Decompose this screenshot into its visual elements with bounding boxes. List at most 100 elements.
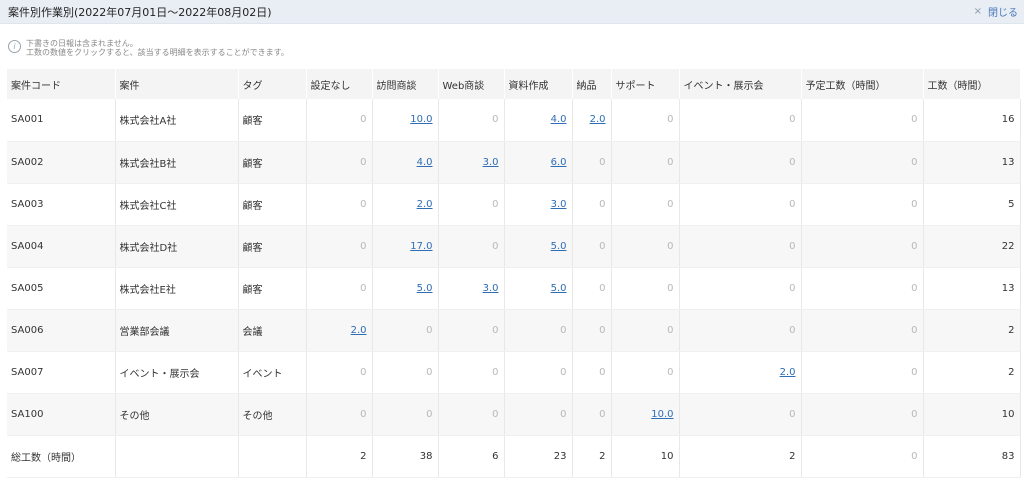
zero-value: 0 xyxy=(789,240,796,252)
hours-link[interactable]: 17.0 xyxy=(410,241,432,252)
total-value: 23 xyxy=(504,435,573,478)
cell-value: 0 xyxy=(611,309,680,352)
cell-value: 0 xyxy=(438,183,505,226)
total-value: 38 xyxy=(372,435,439,478)
total-value: 6 xyxy=(438,435,505,478)
zero-value: 0 xyxy=(667,198,674,210)
column-header: 納品 xyxy=(572,69,612,99)
total-value: 0 xyxy=(801,435,924,478)
zero-value: 0 xyxy=(667,156,674,168)
cell-value: 0 xyxy=(679,267,802,310)
notice-text: 下書きの日報は含まれません。 工数の数値をクリックすると、該当する明細を表示する… xyxy=(26,39,289,57)
cell-value: 2 xyxy=(923,351,1021,394)
zero-value: 0 xyxy=(492,198,499,210)
table-row: SA004 株式会社D社 顧客 0 17.0 0 5.0 0 0 0 0 22 xyxy=(7,225,1021,268)
cell-value: 0 xyxy=(572,225,612,268)
work-hours-table: 案件コード 案件 タグ 設定なし 訪問商談 Web商談 資料作成 納品 サポート イベント・展示会… xyxy=(7,69,1021,478)
zero-value: 0 xyxy=(560,324,567,336)
zero-value: 0 xyxy=(360,114,367,126)
zero-value: 0 xyxy=(599,240,606,252)
empty-cell xyxy=(115,435,239,478)
zero-value: 0 xyxy=(667,114,674,126)
cell-value: 5.0 xyxy=(372,267,439,310)
table-row: SA100 その他 その他 0 0 0 0 0 10.0 0 0 10 xyxy=(7,393,1021,436)
cell-value: 17.0 xyxy=(372,225,439,268)
hours-link[interactable]: 5.0 xyxy=(551,283,567,294)
table-row: SA003 株式会社C社 顧客 0 2.0 0 3.0 0 0 0 0 5 xyxy=(7,183,1021,226)
zero-value: 0 xyxy=(789,114,796,126)
cell-value: 10.0 xyxy=(611,393,680,436)
zero-value: 0 xyxy=(667,324,674,336)
zero-value: 0 xyxy=(911,198,918,210)
hours-link[interactable]: 4.0 xyxy=(417,157,433,168)
hours-link[interactable]: 3.0 xyxy=(483,157,499,168)
total-hours-value: 16 xyxy=(1001,114,1015,126)
table-header-row: 案件コード 案件 タグ 設定なし 訪問商談 Web商談 資料作成 納品 サポート イベント・展示会… xyxy=(7,69,1021,99)
hours-link[interactable]: 2.0 xyxy=(417,199,433,210)
cell-value: 3.0 xyxy=(504,183,573,226)
cell-value: 0 xyxy=(679,183,802,226)
hours-link[interactable]: 2.0 xyxy=(590,114,606,125)
close-label[interactable]: 閉じる xyxy=(988,4,1018,19)
hours-link[interactable]: 3.0 xyxy=(551,199,567,210)
total-value-text: 0 xyxy=(911,450,918,462)
cell-code: SA005 xyxy=(7,267,116,310)
cell-code: SA003 xyxy=(7,183,116,226)
cell-value: 0 xyxy=(679,141,802,184)
hours-link[interactable]: 4.0 xyxy=(551,114,567,125)
close-icon[interactable]: × xyxy=(974,6,982,17)
cell-value: 2.0 xyxy=(572,99,612,142)
cell-value: 3.0 xyxy=(438,141,505,184)
close-button[interactable]: × 閉じる xyxy=(974,4,1018,19)
cell-tag: イベント xyxy=(238,351,307,394)
zero-value: 0 xyxy=(599,366,606,378)
zero-value: 0 xyxy=(667,282,674,294)
cell-value: 0 xyxy=(679,99,802,142)
cell-tag: 顧客 xyxy=(238,141,307,184)
cell-value: 0 xyxy=(306,267,373,310)
cell-value: 0 xyxy=(572,393,612,436)
hours-link[interactable]: 2.0 xyxy=(351,325,367,336)
cell-value: 4.0 xyxy=(504,99,573,142)
total-row: 総工数（時間） 2 38 6 23 2 10 2 0 83 xyxy=(7,435,1021,478)
hours-link[interactable]: 2.0 xyxy=(780,367,796,378)
hours-link[interactable]: 3.0 xyxy=(483,283,499,294)
cell-value: 0 xyxy=(504,351,573,394)
zero-value: 0 xyxy=(492,114,499,126)
zero-value: 0 xyxy=(911,324,918,336)
cell-value: 0 xyxy=(438,351,505,394)
notice-line-1: 下書きの日報は含まれません。 xyxy=(26,39,138,48)
column-header: 予定工数（時間） xyxy=(801,69,924,99)
cell-tag: 顧客 xyxy=(238,267,307,310)
cell-value: 0 xyxy=(372,351,439,394)
hours-link[interactable]: 10.0 xyxy=(651,409,673,420)
cell-value: 10.0 xyxy=(372,99,439,142)
cell-value: 13 xyxy=(923,267,1021,310)
hours-link[interactable]: 5.0 xyxy=(417,283,433,294)
total-value-text: 10 xyxy=(660,450,674,462)
info-icon: i xyxy=(8,40,21,53)
total-value: 2 xyxy=(306,435,373,478)
cell-value: 0 xyxy=(438,393,505,436)
total-value-text: 2 xyxy=(789,450,796,462)
hours-link[interactable]: 6.0 xyxy=(551,157,567,168)
cell-name: 株式会社E社 xyxy=(115,267,239,310)
zero-value: 0 xyxy=(667,366,674,378)
cell-code: SA007 xyxy=(7,351,116,394)
zero-value: 0 xyxy=(492,240,499,252)
cell-value: 0 xyxy=(306,225,373,268)
total-hours-value: 10 xyxy=(1001,408,1015,420)
total-value-text: 6 xyxy=(492,450,499,462)
cell-value: 5.0 xyxy=(504,225,573,268)
cell-value: 0 xyxy=(679,393,802,436)
zero-value: 0 xyxy=(426,366,433,378)
cell-value: 2.0 xyxy=(306,309,373,352)
cell-value: 0 xyxy=(801,393,924,436)
cell-value: 0 xyxy=(372,309,439,352)
cell-name: 株式会社B社 xyxy=(115,141,239,184)
cell-tag: その他 xyxy=(238,393,307,436)
hours-link[interactable]: 10.0 xyxy=(410,114,432,125)
hours-link[interactable]: 5.0 xyxy=(551,241,567,252)
cell-value: 5.0 xyxy=(504,267,573,310)
cell-tag: 顧客 xyxy=(238,183,307,226)
